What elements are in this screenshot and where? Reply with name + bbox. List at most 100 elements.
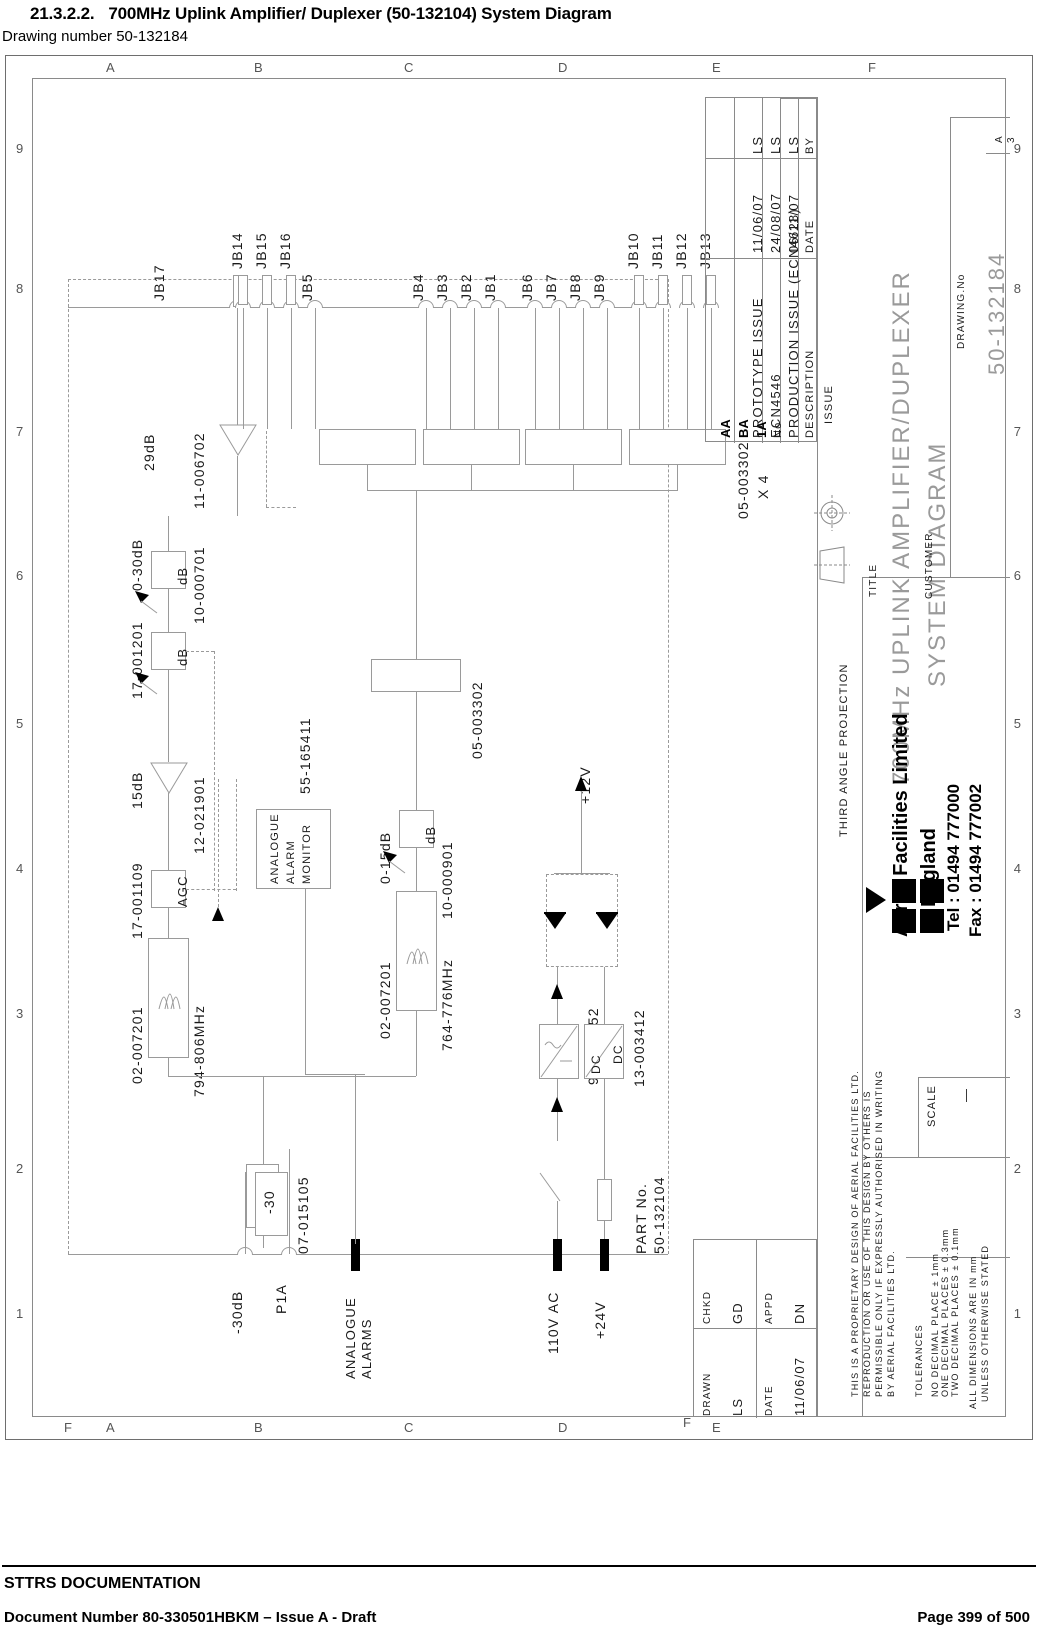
zone-number-right-4: 4 [1013, 861, 1022, 876]
proprietary-notice-line-3: PERMISSIBLE ONLY IF EXPRESSLY AUTHORISED… [874, 1069, 884, 1397]
tb-sheet-corner-line [986, 153, 1010, 154]
connector-label-jb2: JB2 [458, 273, 474, 301]
tb-scale-divider-v [918, 1077, 919, 1157]
amp15-control-v [236, 779, 237, 891]
attenuator-0-30db-part: 10-000701 [191, 546, 207, 624]
zone-number-right-1: 1 [1013, 1306, 1022, 1321]
rev-row-2-date: 24/08/07 [768, 192, 783, 253]
wire-port-p1a [289, 1149, 290, 1254]
diode-2-bar [596, 912, 618, 914]
diode-1-bar [544, 912, 566, 914]
wire-jb15 [267, 308, 268, 429]
enclosure-right [668, 279, 669, 1254]
wire-jb2 [474, 308, 475, 429]
wire-agc-out [168, 908, 169, 938]
bank-a-trunk [367, 465, 368, 490]
zone-number-left-1: 1 [16, 1306, 25, 1321]
zone-letter-top-c: C [404, 60, 415, 75]
logo-square-4-icon [920, 909, 944, 933]
amp15-bias-line [218, 779, 219, 907]
logo-square-2-icon [892, 909, 916, 933]
switch-symbol [539, 1172, 561, 1202]
rev-row-2-no: BA [736, 419, 751, 438]
coupler-value-label: -30 [261, 1190, 277, 1214]
rev-row-3-no: AA [718, 419, 733, 438]
alarm-monitor-out-h [305, 1074, 365, 1075]
attenuator-0-15db-inner-label: dB [423, 825, 438, 844]
attenuator-0-15db-part: 10-000901 [439, 841, 455, 919]
rev-row-1-description: PRODUCTION ISSUE (ECN4628) [786, 208, 801, 438]
logo-square-1-icon [892, 879, 916, 903]
connector-bump-jb6 [527, 300, 543, 308]
connector-label-jb16: JB16 [277, 232, 293, 269]
customer-label: CUSTOMER [924, 532, 935, 599]
connector-label-jb14: JB14 [229, 232, 245, 269]
document-header: 21.3.2.2. 700MHz Uplink Amplifier/ Duplex… [0, 0, 1038, 45]
alarm-monitor-line-2: ALARM [285, 840, 297, 884]
input-pad-24v [600, 1239, 609, 1271]
agc-label: AGC [175, 875, 190, 907]
connector-label-jb8: JB8 [567, 273, 583, 301]
wire-filter-794-out [168, 1058, 169, 1076]
input-label-110v-ac: 110V AC [545, 1291, 561, 1354]
wire-jb9 [607, 308, 608, 429]
connector-bump-jb3 [442, 300, 458, 308]
rev-row-2-description: ECN4546 [768, 373, 783, 438]
wire-jb7 [559, 308, 560, 429]
wire-jb1 [498, 308, 499, 429]
title-label: TITLE [868, 563, 879, 597]
wire-atten-17-out [168, 670, 169, 762]
splitter-group-qty-label: X 4 [755, 474, 771, 499]
control-line-amp29-h [266, 507, 296, 508]
company-tel: Tel : 01494 777000 [944, 783, 963, 931]
wire-atten-0-15db-out [416, 848, 417, 891]
proprietary-notice-line-1: THIS IS A PROPRIETARY DESIGN OF AERIAL F… [850, 1070, 860, 1397]
wire-atten-0-30db-in [168, 516, 169, 551]
filter-764-776-band: 764-776MHz [439, 958, 455, 1051]
wire-filter-764-out [416, 1011, 417, 1076]
main-splitter-part: 05-003302 [469, 681, 485, 759]
amplifier-29db-gain: 29dB [141, 433, 157, 472]
sheet-inner-frame: JB17 29dB 11-006702 JB14 JB15 JB16 JB5 J… [32, 78, 1017, 1430]
acdc-converter-glyph [540, 1025, 578, 1078]
control-line-amp29 [266, 431, 267, 507]
connector-jack-body-jb15 [262, 275, 272, 305]
connector-label-jb5: JB5 [299, 273, 315, 301]
connector-label-jb17: JB17 [151, 264, 167, 301]
sig-col-sep [756, 1240, 757, 1418]
rev-row-1-by: LS [786, 135, 801, 154]
fuse-block [597, 1179, 612, 1221]
tolerances-line-1: NO DECIMAL PLACE ± 1mm [930, 1252, 940, 1397]
cad-drawing-sheet: A B C D E F A B C D E F 9 8 7 6 5 4 3 2 … [5, 55, 1033, 1440]
zone-letter-bottom-c: C [404, 1420, 415, 1435]
connector-label-jb4: JB4 [410, 273, 426, 301]
part-no-value: 50-132104 [651, 1176, 667, 1254]
zone-letter-top-d: D [558, 60, 569, 75]
tolerances-line-2: ONE DECIMAL PLACES ± 0.3mm [940, 1228, 950, 1397]
enclosure-left [68, 279, 69, 1254]
rev-row-3-by: LS [750, 135, 765, 154]
projection-label: THIRD ANGLE PROJECTION [838, 663, 850, 837]
agc-control-h [186, 889, 236, 890]
zone-number-left-4: 4 [16, 861, 25, 876]
page-title: 21.3.2.2. 700MHz Uplink Amplifier/ Duplex… [0, 0, 1038, 24]
wire-jb11 [663, 308, 664, 429]
proprietary-notice-line-2: REPRODUCTION OR USE OF THIS DESIGN BY OT… [862, 1090, 872, 1397]
sheet-scale-number: 3 [1006, 136, 1017, 143]
connector-label-jb9: JB9 [591, 273, 607, 301]
zone-letter-bottom-b: B [254, 1420, 264, 1435]
port-label-analogue-alarms-2: ALARMS [359, 1318, 374, 1379]
tolerances-line-3: TWO DECIMAL PLACES ± 0.1mm [950, 1227, 960, 1397]
tb-divider-dwgno [950, 117, 951, 577]
wire-port-analogue-alarms [355, 1074, 356, 1244]
acdc-in-arrow-icon [551, 1097, 563, 1112]
dimension-note-line-1: ALL DIMENSIONS ARE IN mm [968, 1255, 978, 1410]
zone-letter-top-e: E [712, 60, 722, 75]
connector-jack-body-jb11 [658, 275, 668, 305]
logo-triangle-icon [866, 887, 886, 913]
zone-letter-bottom-a: A [106, 1420, 116, 1435]
tb-notice-divider [862, 1157, 1010, 1158]
port-label-analogue-alarms-1: ANALOGUE [343, 1297, 358, 1379]
attenuator-0-30db-inner-label: dB [175, 566, 190, 585]
tb-divider-dwgno-top [950, 117, 1010, 118]
